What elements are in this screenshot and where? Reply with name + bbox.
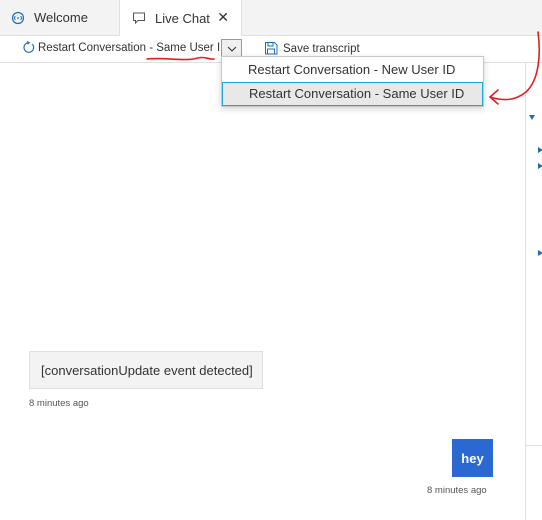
- restart-options-menu: Restart Conversation - New User ID Resta…: [221, 56, 484, 107]
- close-tab-button[interactable]: ✕: [217, 9, 229, 26]
- save-transcript-label: Save transcript: [283, 42, 360, 55]
- expand-arrow-icon[interactable]: [538, 250, 542, 256]
- collapse-arrow-icon[interactable]: [529, 115, 535, 120]
- save-transcript-button[interactable]: Save transcript: [264, 41, 360, 56]
- welcome-icon: [10, 10, 26, 26]
- tab-welcome[interactable]: Welcome: [0, 0, 120, 35]
- menu-item-restart-same-user-id[interactable]: Restart Conversation - Same User ID: [222, 82, 483, 106]
- restart-conversation-button[interactable]: Restart Conversation - Same User ID: [22, 41, 228, 54]
- restart-conversation-label: Restart Conversation - Same User ID: [38, 41, 229, 54]
- panel-divider: [525, 62, 526, 520]
- panel-divider-horizontal: [525, 445, 542, 446]
- restart-icon: [23, 41, 35, 53]
- tab-live-chat[interactable]: Live Chat ✕: [120, 0, 242, 36]
- expand-arrow-icon[interactable]: [538, 163, 542, 169]
- chat-icon: [131, 10, 147, 26]
- menu-item-restart-new-user-id[interactable]: Restart Conversation - New User ID: [222, 58, 483, 82]
- conversation-update-event[interactable]: [conversationUpdate event detected]: [29, 351, 263, 389]
- user-message-bubble[interactable]: hey: [452, 439, 493, 477]
- tab-live-chat-label: Live Chat: [155, 10, 210, 26]
- chevron-down-icon: [227, 46, 236, 52]
- user-message-timestamp: 8 minutes ago: [427, 485, 487, 496]
- save-icon: [265, 42, 278, 55]
- annotation-arrowhead: [489, 89, 499, 105]
- event-timestamp: 8 minutes ago: [29, 398, 89, 409]
- expand-arrow-icon[interactable]: [538, 147, 542, 153]
- tab-bar: Welcome Live Chat ✕: [0, 0, 542, 36]
- tab-welcome-label: Welcome: [34, 10, 88, 25]
